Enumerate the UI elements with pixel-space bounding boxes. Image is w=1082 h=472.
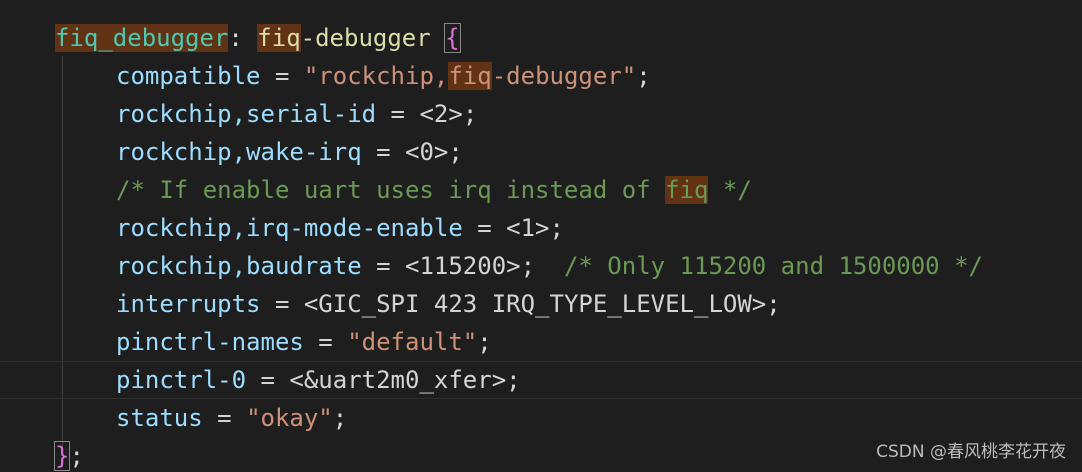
code-line-8[interactable]: interrupts = <GIC_SPI 423 IRQ_TYPE_LEVEL… xyxy=(0,285,1082,323)
code-line-9[interactable]: pinctrl-names = "default"; xyxy=(0,323,1082,361)
open-brace: { xyxy=(444,23,461,53)
equals: = xyxy=(246,366,290,394)
code-line-7[interactable]: rockchip,baudrate = <115200>; /* Only 11… xyxy=(0,247,1082,285)
cell-value: <2> xyxy=(419,100,463,128)
comment-part: */ xyxy=(708,176,752,204)
string-value: "default" xyxy=(347,328,478,356)
code-editor[interactable]: fiq_debugger: fiq-debugger { compatible … xyxy=(0,0,1082,472)
line-content: }; xyxy=(53,437,84,472)
property-name: rockchip,serial-id xyxy=(116,100,377,128)
semicolon: ; xyxy=(506,366,521,394)
code-line-10-current[interactable]: pinctrl-0 = <&uart2m0_xfer>; xyxy=(0,361,1082,399)
equals: = xyxy=(361,138,405,166)
line-content: rockchip,serial-id = <2>; xyxy=(116,95,477,133)
label-highlight: fiq xyxy=(257,24,301,52)
label-rest: -debugger xyxy=(300,24,431,52)
watermark: CSDN @春风桃李花开夜 xyxy=(876,442,1066,462)
string-part: -debugger" xyxy=(491,62,637,90)
string-highlight: fiq xyxy=(448,62,492,90)
equals: = xyxy=(376,100,420,128)
string-value: "okay" xyxy=(246,404,333,432)
property-name: pinctrl-names xyxy=(116,328,304,356)
comment-part: /* If enable uart uses irq instead of xyxy=(116,176,666,204)
semicolon: ; xyxy=(636,62,651,90)
semicolon: ; xyxy=(520,252,536,280)
cell-value: <&uart2m0_xfer> xyxy=(289,366,507,394)
semicolon: ; xyxy=(766,290,781,318)
property-name: interrupts xyxy=(116,290,261,318)
inline-comment: /* Only 115200 and 1500000 */ xyxy=(535,252,983,280)
line-content: fiq_debugger: fiq-debugger { xyxy=(55,19,461,57)
line-content: pinctrl-0 = <&uart2m0_xfer>; xyxy=(116,362,521,398)
property-name: status xyxy=(116,404,203,432)
property-name: rockchip,wake-irq xyxy=(116,138,362,166)
equals: = xyxy=(260,62,304,90)
code-line-1[interactable]: fiq_debugger: fiq-debugger { xyxy=(0,19,1082,57)
code-line-5[interactable]: /* If enable uart uses irq instead of fi… xyxy=(0,171,1082,209)
cell-value: <0> xyxy=(405,138,449,166)
line-content: pinctrl-names = "default"; xyxy=(116,323,492,361)
line-content: interrupts = <GIC_SPI 423 IRQ_TYPE_LEVEL… xyxy=(116,285,781,323)
semicolon: ; xyxy=(549,214,564,242)
code-line-11[interactable]: status = "okay"; xyxy=(0,399,1082,437)
equals: = xyxy=(303,328,348,356)
line-content: /* If enable uart uses irq instead of fi… xyxy=(116,171,752,209)
equals: = xyxy=(202,404,247,432)
equals: = xyxy=(361,252,405,280)
line-content: rockchip,irq-mode-enable = <1>; xyxy=(116,209,564,247)
code-line-3[interactable]: rockchip,serial-id = <2>; xyxy=(0,95,1082,133)
close-brace: } xyxy=(53,441,71,471)
cell-value: <1> xyxy=(506,214,550,242)
semicolon: ; xyxy=(332,404,348,432)
string-part: "rockchip, xyxy=(303,62,449,90)
equals: = xyxy=(462,214,507,242)
code-line-6[interactable]: rockchip,irq-mode-enable = <1>; xyxy=(0,209,1082,247)
comment-highlight: fiq xyxy=(665,176,709,204)
line-content: rockchip,baudrate = <115200>; /* Only 11… xyxy=(116,247,983,285)
line-content: compatible = "rockchip,fiq-debugger"; xyxy=(116,57,651,95)
line-content: status = "okay"; xyxy=(116,399,347,437)
code-line-2[interactable]: compatible = "rockchip,fiq-debugger"; xyxy=(0,57,1082,95)
code-line-4[interactable]: rockchip,wake-irq = <0>; xyxy=(0,133,1082,171)
line-content: rockchip,wake-irq = <0>; xyxy=(116,133,463,171)
property-name: rockchip,baudrate xyxy=(116,252,362,280)
semicolon: ; xyxy=(462,100,478,128)
semicolon: ; xyxy=(448,138,463,166)
node-name: fiq_debugger xyxy=(55,24,229,52)
semicolon: ; xyxy=(69,442,84,470)
cell-value: <GIC_SPI 423 IRQ_TYPE_LEVEL_LOW> xyxy=(303,290,767,318)
property-name: pinctrl-0 xyxy=(116,366,247,394)
property-name: rockchip,irq-mode-enable xyxy=(116,214,463,242)
property-name: compatible xyxy=(116,62,261,90)
equals: = xyxy=(260,290,304,318)
semicolon: ; xyxy=(477,328,492,356)
colon: : xyxy=(228,24,258,52)
cell-value: <115200> xyxy=(405,252,521,280)
